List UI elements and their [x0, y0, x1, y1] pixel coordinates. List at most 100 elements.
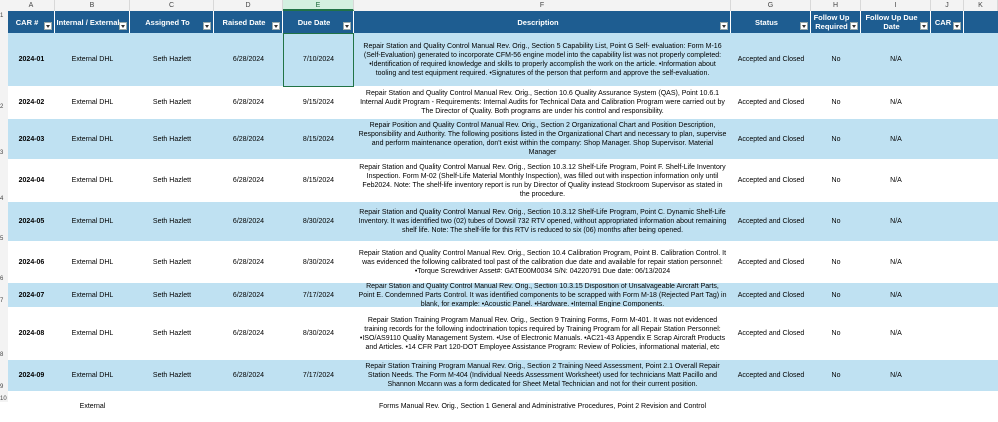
cell-empty[interactable] — [964, 392, 998, 421]
cell-due[interactable]: 7/17/2024 — [283, 360, 354, 391]
column-letter-2[interactable]: B — [55, 0, 130, 11]
column-letter-6[interactable]: F — [354, 0, 731, 11]
cell-desc[interactable]: Repair Station and Quality Control Manua… — [354, 160, 731, 201]
cell-fu[interactable]: No — [811, 160, 861, 201]
cell-car[interactable]: 2024-06 — [8, 242, 55, 282]
cell-ie[interactable]: External DHL — [55, 33, 130, 86]
cell-raised[interactable]: 6/28/2024 — [214, 87, 283, 118]
cell-empty[interactable] — [964, 308, 998, 359]
filter-dropdown-icon[interactable] — [44, 22, 52, 30]
cell-raised[interactable]: 6/28/2024 — [214, 283, 283, 307]
cell-empty[interactable] — [931, 87, 964, 118]
cell-assigned[interactable]: Seth Hazlett — [130, 33, 214, 86]
row-number[interactable]: 10 — [0, 396, 8, 402]
cell-status[interactable] — [731, 392, 811, 421]
filter-dropdown-icon[interactable] — [119, 22, 127, 30]
cell-fu[interactable]: No — [811, 202, 861, 241]
cell-fudue[interactable]: N/A — [861, 87, 931, 118]
cell-empty[interactable] — [931, 202, 964, 241]
cell-ie[interactable]: External DHL — [55, 160, 130, 201]
cell-desc[interactable]: Repair Station Training Program Manual R… — [354, 308, 731, 359]
row-number[interactable]: 3 — [0, 150, 8, 156]
cell-empty[interactable] — [964, 202, 998, 241]
column-letter-10[interactable]: J — [931, 0, 964, 11]
cell-desc[interactable]: Repair Station and Quality Control Manua… — [354, 202, 731, 241]
row-number[interactable]: 7 — [0, 298, 8, 304]
cell-fu[interactable]: No — [811, 360, 861, 391]
cell-fu[interactable]: No — [811, 33, 861, 86]
cell-raised[interactable]: 6/28/2024 — [214, 360, 283, 391]
row-number[interactable]: 6 — [0, 276, 8, 282]
cell-empty[interactable] — [964, 119, 998, 159]
cell-raised[interactable]: 6/28/2024 — [214, 242, 283, 282]
filter-dropdown-icon[interactable] — [920, 22, 928, 30]
cell-status[interactable]: Accepted and Closed — [731, 119, 811, 159]
cell-assigned[interactable]: Seth Hazlett — [130, 119, 214, 159]
cell-due[interactable] — [283, 392, 354, 421]
cell-car[interactable]: 2024-05 — [8, 202, 55, 241]
cell-desc[interactable]: Repair Station and Quality Control Manua… — [354, 242, 731, 282]
cell-assigned[interactable]: Seth Hazlett — [130, 202, 214, 241]
cell-status[interactable]: Accepted and Closed — [731, 33, 811, 86]
cell-fudue[interactable]: N/A — [861, 308, 931, 359]
cell-due[interactable]: 7/10/2024 — [283, 33, 354, 86]
cell-car[interactable]: 2024-01 — [8, 33, 55, 86]
cell-ie[interactable]: External DHL — [55, 242, 130, 282]
cell-status[interactable]: Accepted and Closed — [731, 308, 811, 359]
cell-desc[interactable]: Repair Station Training Program Manual R… — [354, 360, 731, 391]
cell-assigned[interactable]: Seth Hazlett — [130, 308, 214, 359]
cell-fu[interactable]: No — [811, 242, 861, 282]
cell-fudue[interactable]: N/A — [861, 160, 931, 201]
cell-ie[interactable]: External DHL — [55, 308, 130, 359]
row-number[interactable]: 5 — [0, 236, 8, 242]
column-letter-1[interactable]: A — [8, 0, 55, 11]
column-letter-8[interactable]: H — [811, 0, 861, 11]
cell-assigned[interactable]: Seth Hazlett — [130, 283, 214, 307]
filter-dropdown-icon[interactable] — [203, 22, 211, 30]
cell-assigned[interactable]: Seth Hazlett — [130, 242, 214, 282]
cell-status[interactable]: Accepted and Closed — [731, 202, 811, 241]
column-letter-7[interactable]: G — [731, 0, 811, 11]
cell-due[interactable]: 7/17/2024 — [283, 283, 354, 307]
cell-fu[interactable]: No — [811, 87, 861, 118]
filter-dropdown-icon[interactable] — [720, 22, 728, 30]
cell-raised[interactable]: 6/28/2024 — [214, 119, 283, 159]
cell-empty[interactable] — [931, 160, 964, 201]
cell-raised[interactable]: 6/28/2024 — [214, 202, 283, 241]
cell-raised[interactable] — [214, 392, 283, 421]
row-number[interactable]: 9 — [0, 384, 8, 390]
cell-car[interactable]: 2024-07 — [8, 283, 55, 307]
cell-desc[interactable]: Repair Station and Quality Control Manua… — [354, 87, 731, 118]
cell-empty[interactable] — [964, 360, 998, 391]
cell-fudue[interactable]: N/A — [861, 242, 931, 282]
cell-ie[interactable]: External DHL — [55, 202, 130, 241]
row-number[interactable]: 8 — [0, 352, 8, 358]
cell-raised[interactable]: 6/28/2024 — [214, 33, 283, 86]
cell-due[interactable]: 8/30/2024 — [283, 308, 354, 359]
cell-ie[interactable]: External DHL — [55, 119, 130, 159]
column-letter-11[interactable]: K — [964, 0, 998, 11]
cell-ie[interactable]: External — [55, 392, 130, 421]
cell-car[interactable]: 2024-09 — [8, 360, 55, 391]
cell-fudue[interactable] — [861, 392, 931, 421]
cell-fu[interactable]: No — [811, 308, 861, 359]
cell-due[interactable]: 9/15/2024 — [283, 87, 354, 118]
cell-status[interactable]: Accepted and Closed — [731, 360, 811, 391]
cell-empty[interactable] — [931, 119, 964, 159]
cell-status[interactable]: Accepted and Closed — [731, 242, 811, 282]
cell-desc[interactable]: Forms Manual Rev. Orig., Section 1 Gener… — [354, 392, 731, 421]
column-letter-3[interactable]: C — [130, 0, 214, 11]
cell-desc[interactable]: Repair Station and Quality Control Manua… — [354, 33, 731, 86]
cell-empty[interactable] — [964, 242, 998, 282]
cell-due[interactable]: 8/15/2024 — [283, 160, 354, 201]
cell-fudue[interactable]: N/A — [861, 33, 931, 86]
filter-dropdown-icon[interactable] — [953, 22, 961, 30]
cell-empty[interactable] — [964, 283, 998, 307]
cell-empty[interactable] — [931, 308, 964, 359]
cell-status[interactable]: Accepted and Closed — [731, 283, 811, 307]
column-letter-9[interactable]: I — [861, 0, 931, 11]
cell-assigned[interactable]: Seth Hazlett — [130, 160, 214, 201]
filter-dropdown-icon[interactable] — [850, 22, 858, 30]
cell-assigned[interactable]: Seth Hazlett — [130, 360, 214, 391]
cell-due[interactable]: 8/30/2024 — [283, 202, 354, 241]
